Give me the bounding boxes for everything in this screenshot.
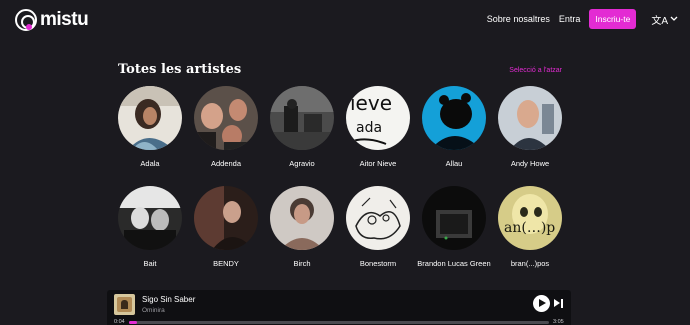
artist-name: Brandon Lucas Green	[417, 259, 491, 268]
artist-avatar	[422, 86, 486, 150]
artist-avatar: ieve ada	[346, 86, 410, 150]
total-time: 3:05	[553, 319, 564, 325]
artist-card-bendy[interactable]: BENDY	[186, 186, 266, 269]
random-selection-link[interactable]: Selecció a l'atzar	[509, 67, 562, 74]
artist-name: Birch	[293, 259, 311, 268]
artist-card-allau[interactable]: Allau	[414, 86, 494, 169]
artist-name: Allau	[445, 159, 463, 168]
artist-card-bran-pos[interactable]: an(…)p bran(...)pos	[490, 186, 570, 269]
artist-card-agravio[interactable]: Agravio	[262, 86, 342, 169]
progress-bar[interactable]	[129, 321, 549, 324]
svg-text:ada: ada	[356, 120, 382, 136]
play-button[interactable]	[533, 295, 550, 312]
brand-name: mistu	[40, 9, 89, 30]
svg-text:an(…)p: an(…)p	[504, 220, 555, 236]
artist-card-addenda[interactable]: Addenda	[186, 86, 266, 169]
svg-text:ieve: ieve	[350, 91, 392, 115]
track-cover[interactable]	[114, 294, 135, 315]
artist-avatar	[270, 86, 334, 150]
signup-button[interactable]: Inscriu-te	[589, 9, 637, 29]
about-link[interactable]: Sobre nosaltres	[487, 14, 550, 24]
login-link[interactable]: Entra	[559, 14, 581, 24]
artist-name: bran(...)pos	[510, 259, 550, 268]
artist-card-brandon-lucas-green[interactable]: Brandon Lucas Green	[414, 186, 494, 269]
artist-name: Bonestorm	[359, 259, 397, 268]
artist-card-adala[interactable]: Adala	[110, 86, 190, 169]
artist-name: Agravio	[289, 159, 315, 168]
artist-name: Aitor Nieve	[359, 159, 397, 168]
artist-name: Adala	[140, 159, 160, 168]
audio-player: Sigo Sin Saber Ominira 0:04 3:05	[107, 290, 571, 325]
artist-avatar	[422, 186, 486, 250]
artist-avatar	[194, 86, 258, 150]
artist-card-andy-howe[interactable]: Andy Howe	[490, 86, 570, 169]
artist-name: Bait	[143, 259, 157, 268]
brand-logo[interactable]: mistu	[15, 9, 89, 31]
current-time: 0:04	[114, 319, 125, 325]
artist-avatar	[118, 86, 182, 150]
track-title[interactable]: Sigo Sin Saber	[142, 295, 195, 304]
artist-avatar	[346, 186, 410, 250]
artist-avatar	[118, 186, 182, 250]
nav-links: Sobre nosaltres Entra Inscriu-te 文A	[487, 9, 678, 29]
artist-avatar	[270, 186, 334, 250]
chevron-down-icon	[670, 16, 678, 21]
skip-next-icon[interactable]	[554, 299, 564, 308]
artist-card-aitor-nieve[interactable]: ieve ada Aitor Nieve	[338, 86, 418, 169]
language-selector[interactable]: 文A	[651, 12, 678, 27]
section-title: Totes les artistes	[118, 62, 242, 77]
artist-name: Addenda	[210, 159, 242, 168]
artist-card-birch[interactable]: Birch	[262, 186, 342, 269]
translate-icon: 文A	[651, 15, 668, 27]
top-navbar: mistu Sobre nosaltres Entra Inscriu-te 文…	[0, 0, 690, 40]
progress-fill	[129, 321, 138, 324]
artist-name: Andy Howe	[510, 159, 550, 168]
track-artist[interactable]: Ominira	[142, 307, 165, 314]
artist-name: BENDY	[213, 259, 239, 268]
artist-card-bait[interactable]: Bait	[110, 186, 190, 269]
logo-icon	[15, 9, 37, 31]
artist-avatar	[194, 186, 258, 250]
artist-avatar: an(…)p	[498, 186, 562, 250]
artist-card-bonestorm[interactable]: Bonestorm	[338, 186, 418, 269]
artist-avatar	[498, 86, 562, 150]
